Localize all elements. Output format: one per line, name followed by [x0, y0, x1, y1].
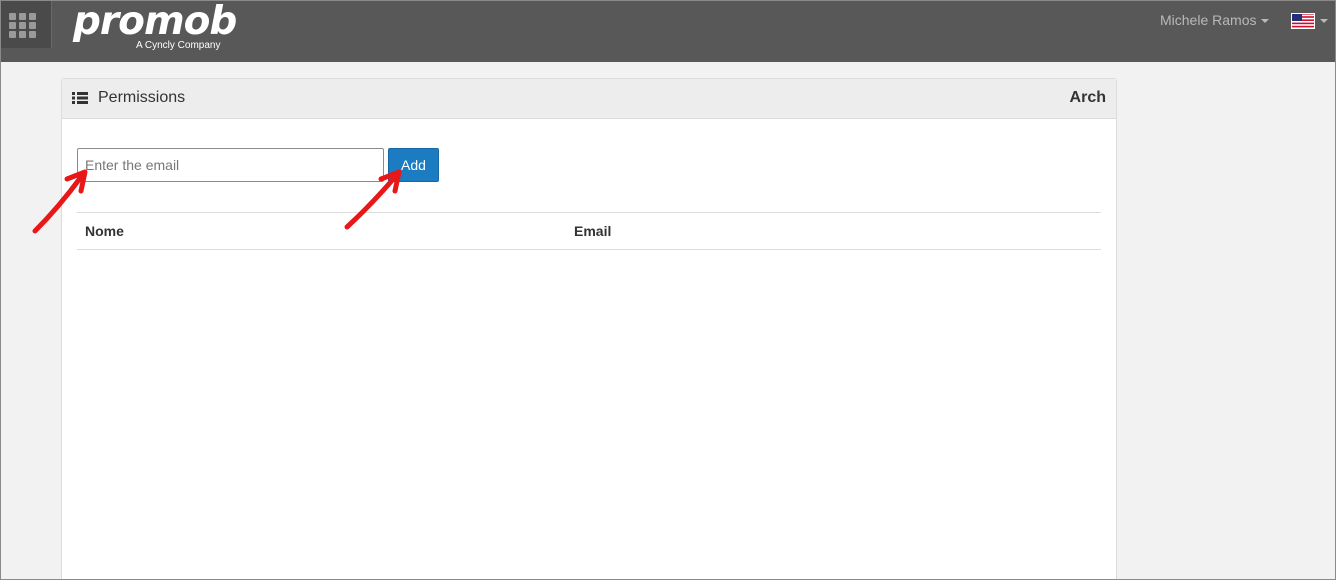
chevron-down-icon	[1261, 19, 1270, 24]
panel-heading: Permissions Arch	[62, 79, 1116, 119]
logo-wordmark: promob	[73, 0, 237, 44]
chevron-down-icon	[1320, 18, 1328, 23]
apps-grid-button[interactable]	[1, 1, 52, 48]
user-menu-dropdown[interactable]: Michele Ramos	[1160, 12, 1270, 28]
app-window: promob A Cyncly Company Michele Ramos Pe…	[0, 0, 1336, 580]
top-navbar: promob A Cyncly Company Michele Ramos	[1, 1, 1335, 62]
logo-tagline: A Cyncly Company	[136, 40, 221, 51]
promob-logo[interactable]: promob A Cyncly Company	[73, 0, 237, 54]
column-header-name: Nome	[85, 223, 124, 239]
project-label: Arch	[1069, 89, 1106, 106]
email-input[interactable]	[77, 148, 384, 182]
column-header-email: Email	[574, 223, 612, 239]
us-flag-icon	[1291, 12, 1315, 29]
add-button[interactable]: Add	[388, 148, 439, 182]
user-name: Michele Ramos	[1160, 12, 1257, 28]
permissions-table: Nome Email	[77, 212, 1101, 250]
table-header-row: Nome Email	[77, 212, 1101, 250]
panel-title: Permissions	[98, 89, 186, 106]
language-dropdown[interactable]	[1291, 12, 1328, 30]
permissions-panel: Permissions Arch Add Nome Email	[61, 78, 1117, 579]
list-icon	[72, 92, 88, 104]
